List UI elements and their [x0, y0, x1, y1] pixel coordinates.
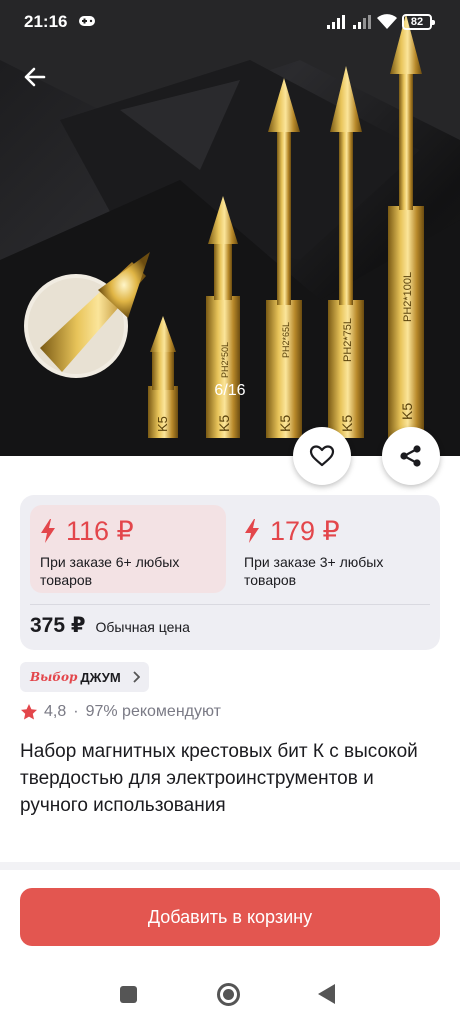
bit-label: K5: [277, 415, 293, 432]
rating-separator: ·: [73, 703, 79, 720]
chevron-right-icon: [133, 671, 140, 683]
share-button[interactable]: [382, 427, 440, 485]
product-image-gallery[interactable]: K5 K5 PH2*50L K5 PH2*65L K5 PH2*75L K5 P…: [0, 0, 460, 456]
rating-value: 4,8: [44, 703, 67, 720]
regular-price: 375 ₽: [30, 614, 86, 637]
offer-price: 179 ₽: [270, 515, 340, 546]
gallery-counter: 6/16: [214, 382, 246, 399]
bit-marking: PH2*100L: [402, 272, 414, 322]
game-controller-icon: [79, 16, 95, 26]
bit-label: K5: [339, 415, 355, 432]
bulk-offer-6[interactable]: 116 ₽ При заказе 6+ любых товаров: [30, 505, 226, 593]
share-icon: [400, 445, 421, 467]
status-time: 21:16: [24, 12, 68, 31]
favorite-button[interactable]: [293, 427, 351, 485]
star-icon: [21, 704, 37, 720]
status-bar: 21:16 82: [0, 0, 460, 44]
wifi-icon: [377, 14, 397, 29]
regular-price-row: 375 ₽ Обычная цена: [30, 613, 190, 638]
offer-condition: При заказе 6+ любых товаров: [40, 554, 180, 588]
back-triangle-icon[interactable]: [318, 984, 335, 1004]
section-separator: [0, 862, 460, 870]
bit-label: K5: [216, 415, 232, 432]
rating-row[interactable]: 4,8 · 97% рекомендуют: [20, 700, 221, 724]
bulk-offer-3[interactable]: 179 ₽ При заказе 3+ любых товаров: [234, 505, 430, 593]
badge-brand: Выбор: [30, 670, 78, 684]
signal-icon: [327, 15, 345, 29]
regular-price-label: Обычная цена: [95, 619, 190, 635]
heart-icon: [309, 445, 335, 467]
divider: [30, 604, 430, 605]
lightning-icon: [41, 519, 55, 543]
add-to-cart-button[interactable]: Добавить в корзину: [20, 888, 440, 946]
bit-marking: PH2*65L: [281, 322, 291, 358]
back-arrow-icon[interactable]: [18, 60, 52, 94]
recent-apps-icon[interactable]: [120, 986, 137, 1003]
system-nav-bar: [0, 962, 460, 1024]
product-title: Набор магнитных крестовых бит К с высоко…: [20, 741, 418, 816]
recommend-text: 97% рекомендуют: [85, 703, 221, 720]
lightning-icon: [245, 519, 259, 543]
bit-label: K5: [155, 416, 170, 432]
badge-text: ДЖУМ: [80, 669, 121, 685]
battery-icon: 82: [402, 14, 435, 30]
signal-icon: [353, 15, 371, 29]
bit-marking: PH2*75L: [342, 318, 354, 362]
price-card: 116 ₽ При заказе 6+ любых товаров 179 ₽ …: [20, 495, 440, 650]
bit-label: K5: [399, 403, 415, 420]
offer-condition: При заказе 3+ любых товаров: [244, 554, 384, 588]
bit-marking: PH2*50L: [220, 342, 230, 378]
home-icon[interactable]: [217, 983, 240, 1006]
offer-price: 116 ₽: [66, 515, 134, 546]
joom-choice-badge[interactable]: Выбор ДЖУМ: [20, 662, 149, 692]
